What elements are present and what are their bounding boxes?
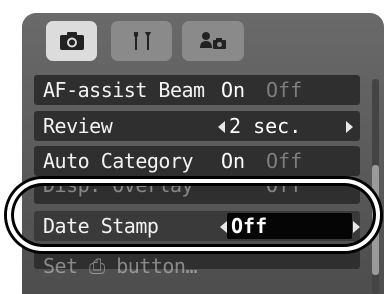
menu-row-review[interactable]: Review 2 sec. xyxy=(34,111,360,141)
tab-setup[interactable] xyxy=(111,21,172,61)
menu-row-set-button[interactable]: Set ⎙ button… xyxy=(34,247,360,278)
row-label: Date Stamp xyxy=(43,214,159,238)
arrow-left-icon[interactable] xyxy=(218,121,225,133)
row-label: Review xyxy=(43,114,113,138)
camera-screen: AF-assist Beam On Off Review 2 sec. Auto… xyxy=(0,0,387,294)
menu-row-disp-overlay[interactable]: Disp. Overlay Off xyxy=(34,173,360,204)
row-value: Off xyxy=(231,214,268,238)
menu-row-af-assist-beam[interactable]: AF-assist Beam On Off xyxy=(34,75,360,105)
tools-icon xyxy=(133,32,151,50)
row-label: Set ⎙ button… xyxy=(43,254,198,278)
person-camera-icon xyxy=(200,32,226,49)
arrow-right-icon[interactable] xyxy=(353,221,360,233)
scroll-thumb[interactable] xyxy=(372,165,379,275)
menu-row-date-stamp[interactable]: Date Stamp Off xyxy=(34,211,360,241)
menu-panel: AF-assist Beam On Off Review 2 sec. Auto… xyxy=(22,13,384,294)
option-on[interactable]: On xyxy=(221,75,245,105)
arrow-left-icon[interactable] xyxy=(220,221,227,233)
option-off[interactable]: Off xyxy=(266,170,302,200)
row-label: AF-assist Beam xyxy=(43,78,205,102)
row-value: 2 sec. xyxy=(229,114,302,138)
scrollbar[interactable] xyxy=(372,79,379,294)
option-on[interactable]: On xyxy=(221,146,245,176)
row-label: Disp. Overlay xyxy=(43,173,194,197)
arrow-right-icon[interactable] xyxy=(346,121,353,133)
camera-icon xyxy=(59,32,84,50)
option-off[interactable]: Off xyxy=(266,75,302,105)
tab-record[interactable] xyxy=(46,21,97,61)
tab-my-menu[interactable] xyxy=(182,21,244,61)
